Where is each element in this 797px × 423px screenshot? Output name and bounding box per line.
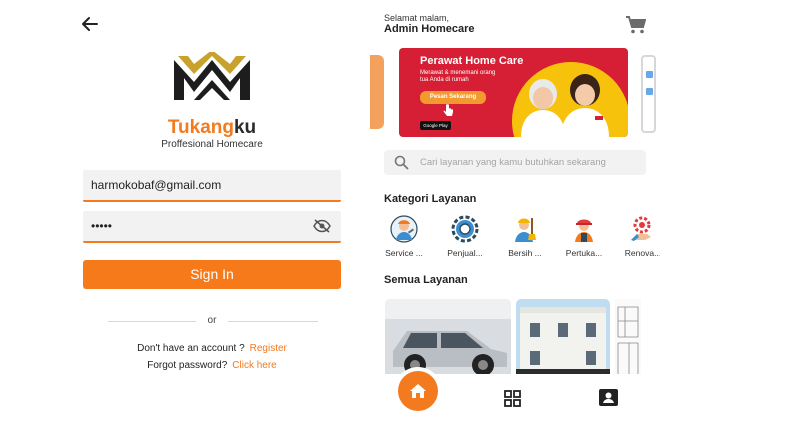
house-service-image <box>516 299 610 383</box>
eye-off-icon[interactable] <box>313 219 331 233</box>
brand-name: Tukangku <box>0 117 424 139</box>
category-label: Service ... <box>385 248 423 258</box>
category-sales[interactable]: Penjual... <box>442 214 488 260</box>
divider-right <box>228 321 318 322</box>
category-label: Bersih ... <box>508 248 542 258</box>
category-label: Pertuka... <box>565 248 603 258</box>
cart-icon[interactable] <box>626 16 646 34</box>
banner-next-peek[interactable] <box>641 55 656 133</box>
profile-icon[interactable] <box>599 389 618 406</box>
brand-name-part1: Tukang <box>167 117 234 138</box>
category-label: Penjual... <box>447 248 483 258</box>
click-here-link[interactable]: Click here <box>232 360 276 371</box>
greeting-text: Selamat malam, <box>384 13 450 23</box>
pointer-hand-icon <box>443 104 453 116</box>
car-service-image <box>385 299 511 383</box>
blueprint-service-image <box>615 299 641 383</box>
service-card-blueprint[interactable] <box>615 299 641 383</box>
worker-icon <box>575 219 593 242</box>
password-field[interactable] <box>83 211 341 243</box>
banner-prev-peek[interactable] <box>370 55 384 129</box>
banner-title: Perawat Home Care <box>420 55 524 67</box>
category-renovation[interactable]: Renova... <box>620 214 660 260</box>
categories-title: Kategori Layanan <box>384 193 477 205</box>
peek-block-1 <box>646 71 653 78</box>
service-card-car[interactable] <box>385 299 511 383</box>
login-screen: Tukangku Proffesional Homecare Sign In o… <box>0 0 360 423</box>
home-icon <box>410 384 426 398</box>
order-now-button[interactable]: Pesan Sekarang <box>420 91 486 104</box>
cleaner-icon <box>515 218 536 242</box>
password-input[interactable] <box>91 211 301 241</box>
home-screen: Selamat malam, Admin Homecare Perawat Ho… <box>370 0 660 423</box>
forgot-password-text: Forgot password? <box>147 360 228 371</box>
search-bar[interactable] <box>384 150 646 175</box>
service-card-house[interactable] <box>516 299 610 383</box>
user-name: Admin Homecare <box>384 23 475 35</box>
sign-in-button[interactable]: Sign In <box>83 260 341 289</box>
nav-home-button[interactable] <box>398 371 438 411</box>
register-row: Don't have an account ? Register <box>0 343 424 354</box>
brand-tagline: Proffesional Homecare <box>161 139 263 150</box>
category-service[interactable]: Service ... <box>381 214 427 260</box>
nurse-illustration <box>521 74 609 137</box>
email-input[interactable] <box>91 170 301 200</box>
back-arrow-icon[interactable] <box>80 14 100 34</box>
gear-icon <box>451 215 479 243</box>
no-account-text: Don't have an account ? <box>137 343 245 354</box>
category-craftsman[interactable]: Pertuka... <box>561 214 607 260</box>
or-label: or <box>207 315 217 326</box>
category-cleaning[interactable]: Bersih ... <box>502 214 548 260</box>
promo-banner[interactable]: Perawat Home Care Merawat & menemani ora… <box>399 48 628 137</box>
register-link[interactable]: Register <box>250 343 287 354</box>
renovation-icon <box>631 216 651 241</box>
email-field[interactable] <box>83 170 341 202</box>
tukangku-logo <box>174 52 250 100</box>
all-services-title: Semua Layanan <box>384 274 468 286</box>
forgot-row: Forgot password? Click here <box>0 360 424 371</box>
category-label: Renova... <box>624 248 660 258</box>
banner-subtitle: Merawat & menemani orang tua Anda di rum… <box>420 70 496 83</box>
divider-left <box>108 321 196 322</box>
technician-icon <box>390 215 418 243</box>
google-play-badge[interactable]: Google Play <box>420 121 451 130</box>
peek-block-2 <box>646 88 653 95</box>
search-input[interactable] <box>420 150 642 175</box>
search-icon <box>394 155 409 170</box>
brand-name-part2: ku <box>233 117 257 138</box>
grid-icon[interactable] <box>504 390 521 407</box>
